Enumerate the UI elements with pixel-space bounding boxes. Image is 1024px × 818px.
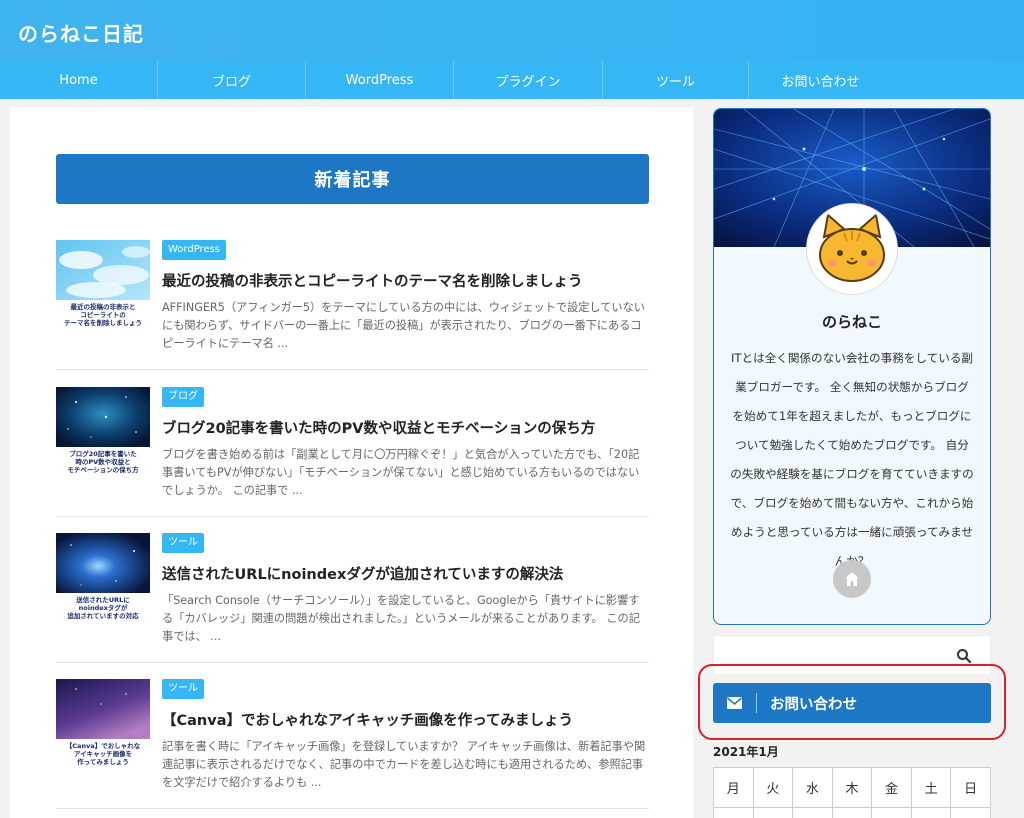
section-heading: 新着記事 (56, 154, 649, 204)
nav-item-plugin[interactable]: プラグイン (454, 61, 603, 99)
profile-card: のらねこ ITとは全く関係のない会社の事務をしている副業ブロガーです。 全く無知… (713, 108, 991, 625)
category-badge[interactable]: ツール (162, 679, 204, 699)
nav-item-tools[interactable]: ツール (603, 61, 749, 99)
calendar-day (950, 807, 991, 818)
weekday-sat: 土 (910, 767, 952, 808)
home-icon (845, 572, 859, 586)
post-excerpt: ブログを書き始める前は「副業として月に〇万円稼ぐぞ！」と気合が入っていた方でも、… (162, 448, 640, 497)
avatar (807, 204, 897, 294)
category-badge[interactable]: WordPress (162, 240, 227, 260)
post-thumbnail[interactable]: 送信されたURLに noindexタグが 追加されていますの対応 (56, 533, 150, 625)
calendar-day (871, 807, 912, 818)
post-card[interactable]: ブログ20記事を書いた 時のPV数や収益と モチベーションの保ち方 ブログ ブロ… (56, 387, 649, 517)
calendar-day (910, 807, 952, 818)
calendar-day (752, 807, 794, 818)
post-title[interactable]: 【Canva】でおしゃれなアイキャッチ画像を作ってみましょう (162, 709, 652, 730)
post-excerpt: 「Search Console（サーチコンソール）」を設定していると、Googl… (162, 594, 640, 643)
home-button[interactable] (833, 560, 871, 598)
thumbnail-caption: 最近の投稿の非表示と コピーライトの テーマ名を削除しましょう (56, 300, 150, 332)
cat-face-icon (819, 213, 885, 282)
calendar-title: 2021年1月 (713, 745, 779, 759)
galaxy-image (56, 387, 150, 447)
post-excerpt: AFFINGER5（アフィンガー5）をテーマにしている方の中には、ウィジェットで… (162, 301, 645, 350)
post-thumbnail[interactable]: ブログ20記事を書いた 時のPV数や収益と モチベーションの保ち方 (56, 387, 150, 479)
nebula-image (56, 533, 150, 593)
weekday-mon: 月 (713, 767, 754, 808)
weekday-wed: 水 (792, 767, 833, 808)
mail-icon (727, 697, 742, 709)
sky-image (56, 240, 150, 300)
search-icon[interactable] (956, 648, 972, 664)
weekday-tue: 火 (752, 767, 794, 808)
post-title[interactable]: 最近の投稿の非表示とコピーライトのテーマ名を削除しましょう (162, 270, 652, 291)
calendar: 月 火 水 木 金 土 日 (713, 767, 991, 818)
thumbnail-caption: 【Canva】でおしゃれな アイキャッチ画像を 作ってみましょう (56, 739, 150, 771)
post-thumbnail[interactable]: 最近の投稿の非表示と コピーライトの テーマ名を削除しましょう (56, 240, 150, 332)
profile-name: のらねこ (821, 313, 882, 331)
calendar-day (792, 807, 833, 818)
weekday-sun: 日 (950, 767, 991, 808)
calendar-week-row (713, 807, 991, 818)
calendar-day (831, 807, 873, 818)
nav-item-wordpress[interactable]: WordPress (306, 61, 454, 99)
profile-description: ITとは全く関係のない会社の事務をしている副業ブロガーです。 全く無知の状態から… (730, 351, 974, 568)
site-header: のらねこ日記 (0, 0, 1024, 61)
thumbnail-caption: 送信されたURLに noindexタグが 追加されていますの対応 (56, 593, 150, 625)
contact-button[interactable]: お問い合わせ (713, 683, 991, 723)
post-title[interactable]: 送信されたURLにnoindexダグが追加されていますの解決法 (162, 563, 652, 584)
nav-item-home[interactable]: Home (0, 61, 158, 99)
post-thumbnail[interactable]: 【Canva】でおしゃれな アイキャッチ画像を 作ってみましょう (56, 679, 150, 771)
nav-item-contact[interactable]: お問い合わせ (749, 61, 892, 99)
main-content: 新着記事 最近の投稿の非表示と コピーライトの テーマ名を削除しましょう Wor… (10, 107, 693, 818)
global-nav: Home ブログ WordPress プラグイン ツール お問い合わせ (0, 61, 1024, 99)
category-badge[interactable]: ブログ (162, 387, 204, 407)
purple-sky-image (56, 679, 150, 739)
nav-item-blog[interactable]: ブログ (158, 61, 306, 99)
post-title[interactable]: ブログ20記事を書いた時のPV数や収益とモチベーションの保ち方 (162, 417, 652, 438)
post-excerpt: 記事を書く時に「アイキャッチ画像」を登録していますか？ アイキャッチ画像は、新着… (162, 740, 646, 789)
post-card[interactable]: 送信されたURLに noindexタグが 追加されていますの対応 ツール 送信さ… (56, 533, 649, 663)
calendar-day (713, 807, 754, 818)
weekday-thu: 木 (831, 767, 873, 808)
calendar-weekday-row: 月 火 水 木 金 土 日 (713, 767, 991, 808)
category-badge[interactable]: ツール (162, 533, 204, 553)
site-title[interactable]: のらねこ日記 (18, 18, 144, 47)
button-divider (756, 693, 757, 713)
post-card[interactable]: 【Canva】でおしゃれな アイキャッチ画像を 作ってみましょう ツール 【Ca… (56, 679, 649, 809)
post-card[interactable]: 最近の投稿の非表示と コピーライトの テーマ名を削除しましょう WordPres… (56, 240, 649, 370)
thumbnail-caption: ブログ20記事を書いた 時のPV数や収益と モチベーションの保ち方 (56, 447, 150, 479)
contact-button-label: お問い合わせ (770, 697, 857, 713)
weekday-fri: 金 (871, 767, 912, 808)
